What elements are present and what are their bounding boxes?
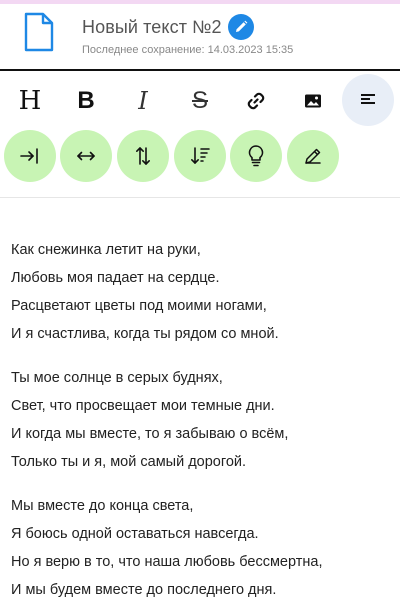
- image-tool[interactable]: [287, 75, 339, 127]
- italic-tool[interactable]: I: [117, 75, 169, 127]
- edit-title-button[interactable]: [227, 14, 254, 40]
- indent-arrow-icon: [20, 148, 38, 164]
- image-icon: [305, 94, 321, 108]
- poem-line: И я счастлива, когда ты рядом со мной.: [11, 326, 279, 342]
- horizontal-arrows-icon: [77, 151, 95, 161]
- title-row: Новый текст №2: [82, 14, 254, 40]
- sort-tool[interactable]: [174, 130, 226, 182]
- pencil-icon: [305, 148, 321, 164]
- heading-icon: H: [18, 86, 42, 116]
- poem-line: И когда мы вместе, то я забываю о всём,: [11, 426, 289, 442]
- link-tool[interactable]: [230, 75, 282, 127]
- document-icon: [24, 12, 54, 52]
- align-left-icon: [361, 94, 375, 104]
- line-spacing-tool[interactable]: [117, 130, 169, 182]
- vertical-arrows-icon: [136, 147, 150, 165]
- poem-line: Но я верю в то, что наша любовь бессмерт…: [11, 554, 323, 570]
- sort-descending-icon: [191, 147, 210, 164]
- strikethrough-icon: S: [191, 87, 208, 114]
- toolbar-divider: [0, 197, 400, 198]
- indent-tool[interactable]: [4, 130, 56, 182]
- link-icon: [247, 92, 265, 110]
- poem-line: И мы будем вместе до последнего дня.: [11, 582, 277, 598]
- poem-line: Я боюсь одной оставаться навсегда.: [11, 526, 259, 542]
- poem-line: Только ты и я, мой самый дорогой.: [11, 454, 247, 470]
- bold-tool[interactable]: B: [60, 75, 112, 127]
- stanza: Ты мое солнце в серых буднях, Свет, что …: [11, 364, 391, 476]
- stanza: Мы вместе до конца света, Я боюсь одной …: [11, 492, 391, 603]
- strikethrough-tool[interactable]: S: [174, 75, 226, 127]
- italic-icon: I: [138, 87, 148, 115]
- poem-line: Ты мое солнце в серых буднях,: [11, 370, 223, 386]
- pen-tool[interactable]: [287, 130, 339, 182]
- poem-line: Как снежинка летит на руки,: [11, 242, 201, 258]
- formatting-toolbar: H B I S: [0, 71, 400, 189]
- heading-tool[interactable]: H: [4, 75, 56, 127]
- idea-tool[interactable]: [230, 130, 282, 182]
- text-editor-area[interactable]: Как снежинка летит на руки, Любовь моя п…: [11, 236, 391, 603]
- pencil-icon: [235, 20, 248, 32]
- poem-line: Любовь моя падает на сердце.: [11, 270, 220, 286]
- stanza: Как снежинка летит на руки, Любовь моя п…: [11, 236, 391, 348]
- document-title[interactable]: Новый текст №2: [82, 17, 222, 38]
- poem-line: Мы вместе до конца света,: [11, 498, 194, 514]
- letter-spacing-tool[interactable]: [60, 130, 112, 182]
- poem-line: Расцветают цветы под моими ногами,: [11, 298, 267, 314]
- document-header: Новый текст №2 Последнее сохранение: 14.…: [0, 4, 400, 68]
- poem-line: Свет, что просвещает мои темные дни.: [11, 398, 275, 414]
- bold-icon: B: [77, 87, 95, 114]
- lightbulb-icon: [248, 145, 264, 167]
- align-left-tool[interactable]: [342, 74, 394, 126]
- last-saved-text: Последнее сохранение: 14.03.2023 15:35: [82, 44, 294, 56]
